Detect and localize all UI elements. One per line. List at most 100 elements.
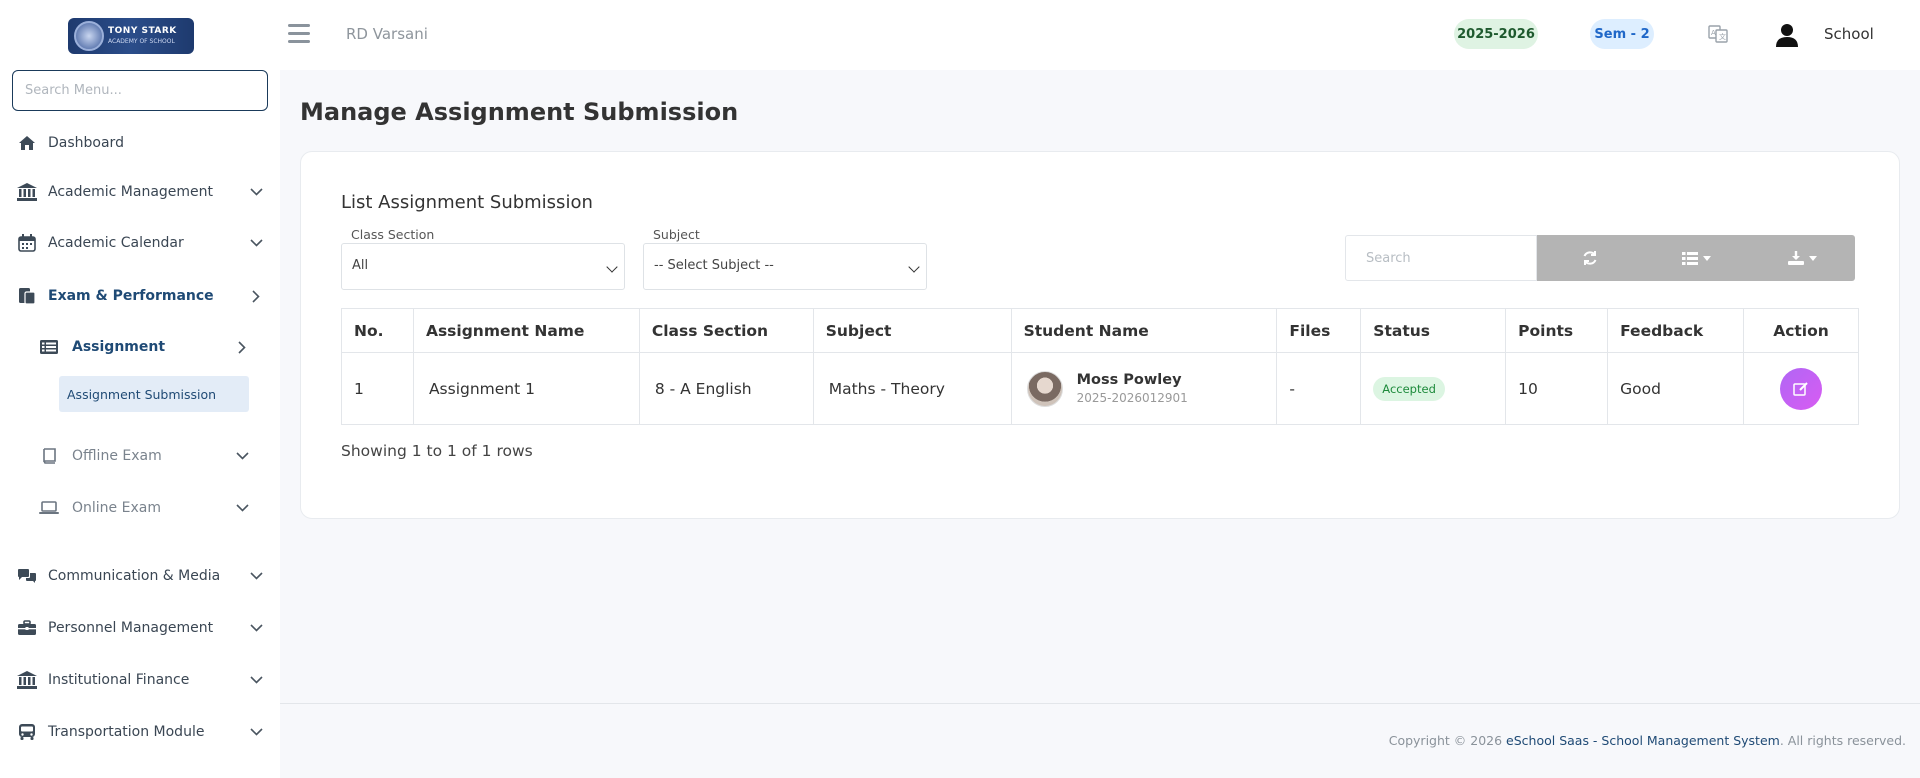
sidebar-item-label: Academic Management (48, 184, 214, 200)
chevron-right-icon (234, 339, 250, 355)
cell-subject: Maths - Theory (812, 352, 1012, 425)
submission-list-card: List Assignment Submission All Class Sec… (300, 151, 1900, 519)
class-section-label: Class Section (351, 227, 435, 242)
student-avatar (1026, 370, 1063, 407)
subject-select[interactable]: -- Select Subject -- (643, 243, 927, 290)
sidebar-item-label: Assignment (72, 339, 166, 355)
sidebar-item-transportation-module[interactable]: Transportation Module (0, 712, 280, 752)
chat-icon (16, 565, 38, 587)
table-row[interactable]: 1 Assignment 1 8 - A English Maths - The… (341, 352, 1859, 425)
chevron-down-icon (908, 261, 920, 273)
exam-icon (16, 285, 38, 307)
school-logo[interactable]: TONY STARK ACADEMY OF SCHOOL (68, 18, 194, 54)
cell-files: - (1276, 352, 1362, 425)
sidebar: TONY STARKACADEMY OF SCHOOL Dashboard Ac… (0, 0, 280, 778)
footer-brand-link[interactable]: eSchool Saas - School Management System (1506, 733, 1780, 748)
refresh-icon (1583, 251, 1597, 265)
chevron-down-icon (248, 672, 264, 688)
column-header[interactable]: Class Section (638, 308, 814, 353)
menu-search-input[interactable] (12, 70, 268, 111)
sidebar-item-dashboard[interactable]: Dashboard (0, 123, 280, 163)
sidebar-item-institutional-finance[interactable]: Institutional Finance (0, 660, 280, 700)
hamburger-menu-icon[interactable] (288, 24, 310, 44)
topbar: RD Varsani 2025-2026 Sem - 2 A文 School (280, 0, 1920, 70)
class-section-value: All (352, 258, 369, 273)
sidebar-item-label: Offline Exam (72, 448, 162, 464)
column-header[interactable]: Action (1743, 308, 1859, 353)
home-icon (16, 132, 38, 154)
chevron-down-icon (248, 184, 264, 200)
school-name: RD Varsani (346, 25, 428, 43)
column-header[interactable]: Feedback (1607, 308, 1745, 353)
bus-icon (16, 721, 38, 743)
svg-text:A: A (1711, 29, 1716, 37)
user-avatar-icon[interactable] (1776, 23, 1798, 47)
column-header[interactable]: Status (1360, 308, 1507, 353)
column-header[interactable]: No. (341, 308, 414, 353)
footer-copyright: Copyright © 2026 (1388, 733, 1507, 748)
semester-badge[interactable]: Sem - 2 (1590, 19, 1654, 49)
sidebar-subitem-assignment[interactable]: Assignment (0, 327, 280, 367)
footer-divider (280, 703, 1920, 704)
sidebar-item-communication-media[interactable]: Communication & Media (0, 556, 280, 596)
chevron-down-icon (248, 235, 264, 251)
sidebar-item-label: Dashboard (48, 135, 124, 151)
institution-icon (16, 669, 38, 691)
column-header[interactable]: Student Name (1010, 308, 1278, 353)
edit-button[interactable] (1780, 367, 1822, 410)
column-header[interactable]: Assignment Name (412, 308, 640, 353)
sidebar-item-exam-performance[interactable]: Exam & Performance (0, 276, 280, 316)
list-icon (38, 336, 60, 358)
institution-icon (16, 181, 38, 203)
sidebar-item-personnel-management[interactable]: Personnel Management (0, 608, 280, 648)
export-button[interactable] (1749, 235, 1855, 281)
pagination-info: Showing 1 to 1 of 1 rows (341, 442, 533, 460)
laptop-icon (38, 497, 60, 519)
sidebar-item-label: Transportation Module (48, 724, 205, 740)
columns-toggle-button[interactable] (1643, 235, 1749, 281)
column-header[interactable]: Files (1276, 308, 1362, 353)
chevron-down-icon (248, 620, 264, 636)
session-badge[interactable]: 2025-2026 (1454, 19, 1538, 49)
cell-points: 10 (1505, 352, 1609, 425)
cell-assignment: Assignment 1 (412, 352, 640, 425)
card-title: List Assignment Submission (341, 192, 593, 213)
cell-status: Accepted (1360, 352, 1507, 425)
sidebar-subitem-offline-exam[interactable]: Offline Exam (0, 436, 280, 476)
table-search-input[interactable] (1345, 235, 1537, 281)
sidebar-subitem-online-exam[interactable]: Online Exam (0, 488, 280, 528)
page-title: Manage Assignment Submission (300, 98, 739, 126)
sidebar-item-academic-management[interactable]: Academic Management (0, 172, 280, 212)
svg-text:文: 文 (1719, 32, 1726, 41)
sidebar-item-label: Institutional Finance (48, 672, 190, 688)
chevron-down-icon (234, 500, 250, 516)
calendar-icon (16, 232, 38, 254)
sidebar-leaf-assignment-submission[interactable]: Assignment Submission (59, 376, 249, 412)
chevron-down-icon (234, 448, 250, 464)
cell-no: 1 (341, 352, 414, 425)
sidebar-item-label: Online Exam (72, 500, 161, 516)
sidebar-item-academic-calendar[interactable]: Academic Calendar (0, 223, 280, 263)
submission-table: No. Assignment Name Class Section Subjec… (341, 308, 1859, 425)
sidebar-item-label: Academic Calendar (48, 235, 184, 251)
class-section-select[interactable]: All (341, 243, 625, 290)
sidebar-item-label: Exam & Performance (48, 288, 214, 304)
student-name: Moss Powley (1076, 372, 1182, 388)
refresh-button[interactable] (1537, 235, 1643, 281)
sidebar-item-label: Communication & Media (48, 568, 221, 584)
subject-value: -- Select Subject -- (654, 258, 774, 273)
column-header[interactable]: Points (1505, 308, 1609, 353)
user-name[interactable]: School (1824, 25, 1874, 43)
chevron-down-icon (606, 261, 618, 273)
student-text: Moss Powley 2025-2026012901 (1077, 372, 1188, 405)
cell-action (1743, 352, 1859, 425)
cell-feedback: Good (1607, 352, 1745, 425)
logo-wordmark: TONY STARK ACADEMY OF SCHOOL (108, 25, 177, 45)
footer: Copyright © 2026 eSchool Saas - School M… (1389, 733, 1906, 748)
column-header[interactable]: Subject (812, 308, 1012, 353)
chevron-right-icon (248, 288, 264, 304)
language-icon[interactable]: A文 (1708, 24, 1728, 44)
briefcase-icon (16, 617, 38, 639)
chevron-down-icon (248, 568, 264, 584)
status-badge: Accepted (1373, 376, 1445, 401)
